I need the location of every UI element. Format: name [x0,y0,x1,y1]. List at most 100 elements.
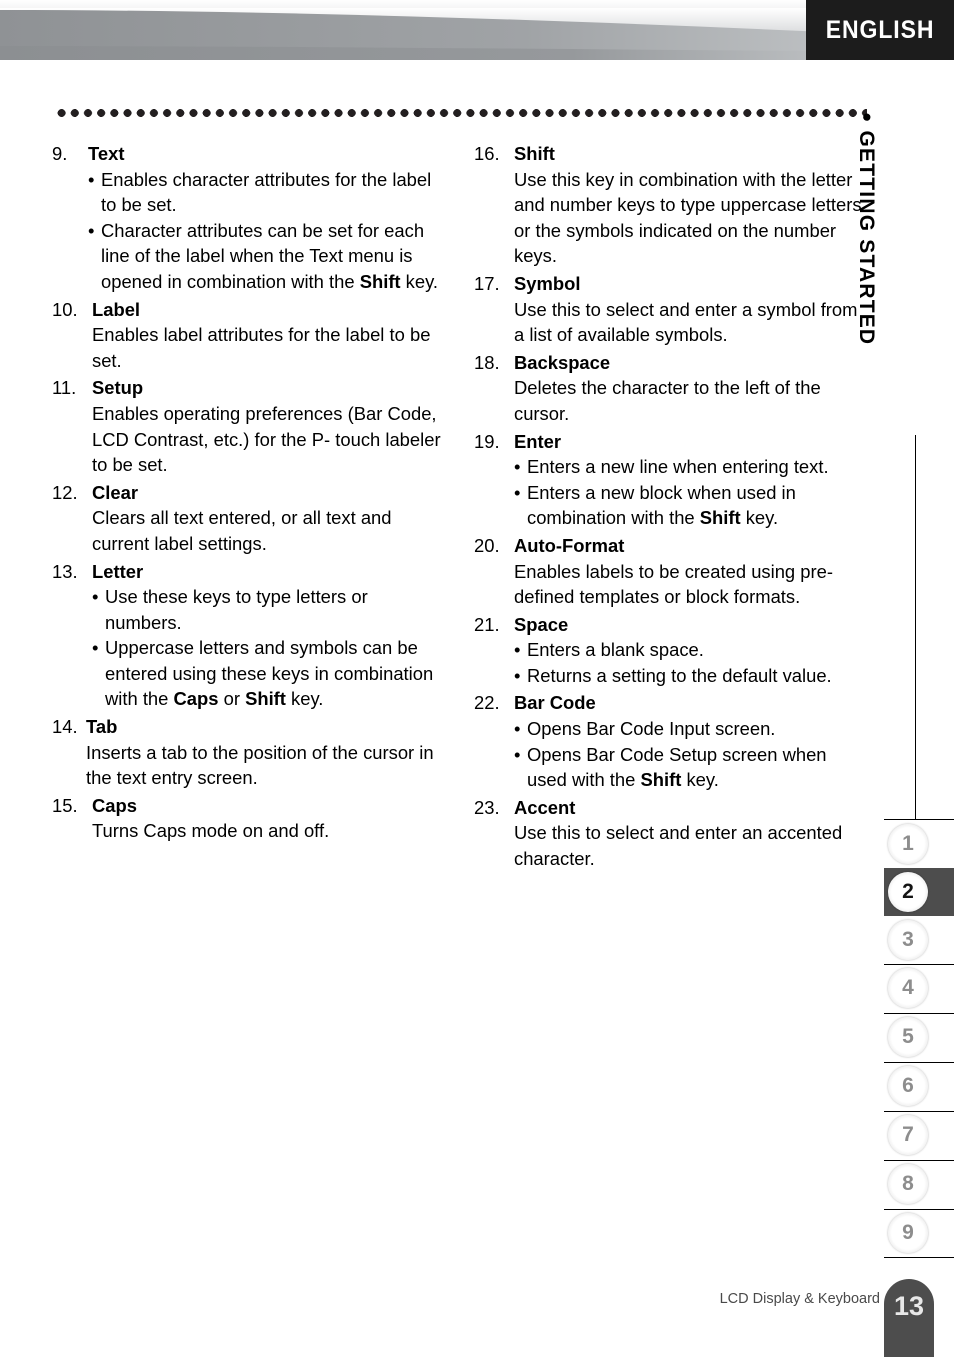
list-item: 12. Clear Clears all text entered, or al… [52,480,448,557]
bullet-glyph: • [514,639,521,661]
line: Use this key in combination with the [514,168,807,190]
list-item: 14. Tab Inserts a tab to the position of… [52,714,448,791]
item-number: 11. [52,377,77,399]
chapter-tab-1[interactable]: 1 [884,820,954,868]
tab-separator [884,1160,954,1161]
chapter-tab-3[interactable]: 3 [884,916,954,964]
bullet-glyph: • [514,481,521,503]
item-number: 17. [474,272,500,294]
list-item: • Character attributes can be set for ea… [88,218,448,295]
bullet-text: Use these keys to type letters or number… [105,584,448,635]
chapter-tab-number: 1 [902,832,914,855]
item-description: Turns Caps mode on and off. [92,820,330,842]
list-item: 19. Enter • Enters a new line when enter… [474,429,870,531]
line: key. [291,688,324,710]
chapter-tab-number: 3 [902,928,914,951]
bullet-glyph: • [514,743,521,765]
chapter-tab-circle: 3 [888,920,928,960]
list-item: 23. Accent Use this to select and enter … [474,795,870,872]
list-item: 11. Setup Enables operating preferences … [52,375,448,477]
line: cursor. [514,402,570,424]
left-text-column: 9. Text • Enables character attributes f… [52,141,448,846]
bullet-glyph: • [92,586,99,608]
rail-vertical-line [915,435,916,820]
tab-separator [884,964,954,965]
bullet-text: Enters a blank space. [527,639,704,661]
line: Character attributes can be set for [101,219,380,241]
item-title: Bar Code [514,692,596,714]
item-title: Enter [514,430,562,452]
item-number: 14. [52,716,78,738]
chapter-tab-2[interactable]: 2 [884,868,954,916]
list-item: • Enters a new line when entering text. [514,454,870,480]
chapter-tab-7[interactable]: 7 [884,1111,954,1159]
bullet-glyph: • [92,637,99,659]
chapter-tab-number: 4 [902,976,914,999]
list-item: 20. Auto-Format Enables labels to be cre… [474,533,870,610]
chapter-tab-circle: 5 [888,1017,928,1057]
item-number: 13. [52,560,78,582]
item-title: Caps [92,794,137,816]
bullet-text: Returns a setting to the default value. [527,664,832,686]
line: Inserts a tab to the position of the [86,741,358,763]
chapter-tab-circle: 9 [888,1213,928,1253]
tab-separator [884,1209,954,1210]
bullet-glyph: • [514,718,521,740]
bullet-text: Enables character attributes for the lab… [101,167,448,218]
bullet-glyph: • [88,168,95,190]
line: numbers. [105,611,182,633]
footer-section-title: LCD Display & Keyboard [719,1291,880,1307]
item-number: 10. [52,298,78,320]
page-number: 13 [893,1291,925,1321]
chapter-tab-number: 2 [902,880,914,903]
bullet-text: Enters a new block when used in combinat… [527,480,870,531]
chapter-tab-9[interactable]: 9 [884,1209,954,1258]
list-item: 10. Label Enables label attributes for t… [52,297,448,374]
line: Enables label attributes for the label t… [92,324,405,346]
list-item: 9. Text • Enables character attributes f… [52,141,448,295]
item-title: Text [88,143,125,164]
line: used with the [527,769,641,791]
item-number: 19. [474,430,500,452]
line: key. [740,507,779,529]
item-title: Backspace [514,351,611,373]
line: Uppercase letters and symbols can [105,637,393,659]
list-item: 15. Caps Turns Caps mode on and off. [52,793,448,844]
item-description: Clears all text entered, or all text and… [92,505,448,556]
bullet-text: Enters a new line when entering text. [527,456,829,478]
key-name: Shift [699,507,741,529]
chapter-tab-circle: 6 [888,1066,928,1106]
bullet-list: • Opens Bar Code Input screen. • Opens B… [514,716,870,793]
item-title: Shift [514,143,555,164]
item-description: Enables labels to be created using pre- … [514,559,870,610]
list-item: • Enters a new block when used in combin… [514,480,870,531]
chapter-tab-6[interactable]: 6 [884,1062,954,1110]
bullet-list: • Enables character attributes for the l… [88,167,448,295]
item-title: Letter [92,560,144,582]
chapter-tab-circle: 2 [888,872,928,912]
chapter-tab-5[interactable]: 5 [884,1013,954,1061]
list-item: • Returns a setting to the default value… [514,663,870,689]
list-item: 13. Letter • Use these keys to type lett… [52,559,448,713]
key-name: Shift [359,270,401,292]
bullet-glyph: • [514,664,521,686]
item-title: Auto-Format [514,534,625,556]
list-item: • Opens Bar Code Setup screen when used … [514,742,870,793]
line: key. [400,270,439,292]
chapter-tab-8[interactable]: 8 [884,1160,954,1208]
item-title: Setup [92,377,144,399]
chapter-tab-4[interactable]: 4 [884,964,954,1012]
line: key. [681,769,719,791]
line: combination with the [527,507,700,529]
item-title: Symbol [514,272,581,294]
list-item: 22. Bar Code • Opens Bar Code Input scre… [474,690,870,792]
line: Clears all text entered, or all text and [92,507,392,529]
list-item: 17. Symbol Use this to select and enter … [474,271,870,348]
list-item: 21. Space • Enters a blank space. • Retu… [474,612,870,689]
bullet-text: Opens Bar Code Input screen. [527,718,776,740]
item-number: 20. [474,534,500,556]
item-title: Clear [92,481,139,503]
bullet-text: Character attributes can be set for each… [101,218,448,295]
key-name: Shift [640,769,682,791]
line: defined templates or block formats. [514,586,801,608]
